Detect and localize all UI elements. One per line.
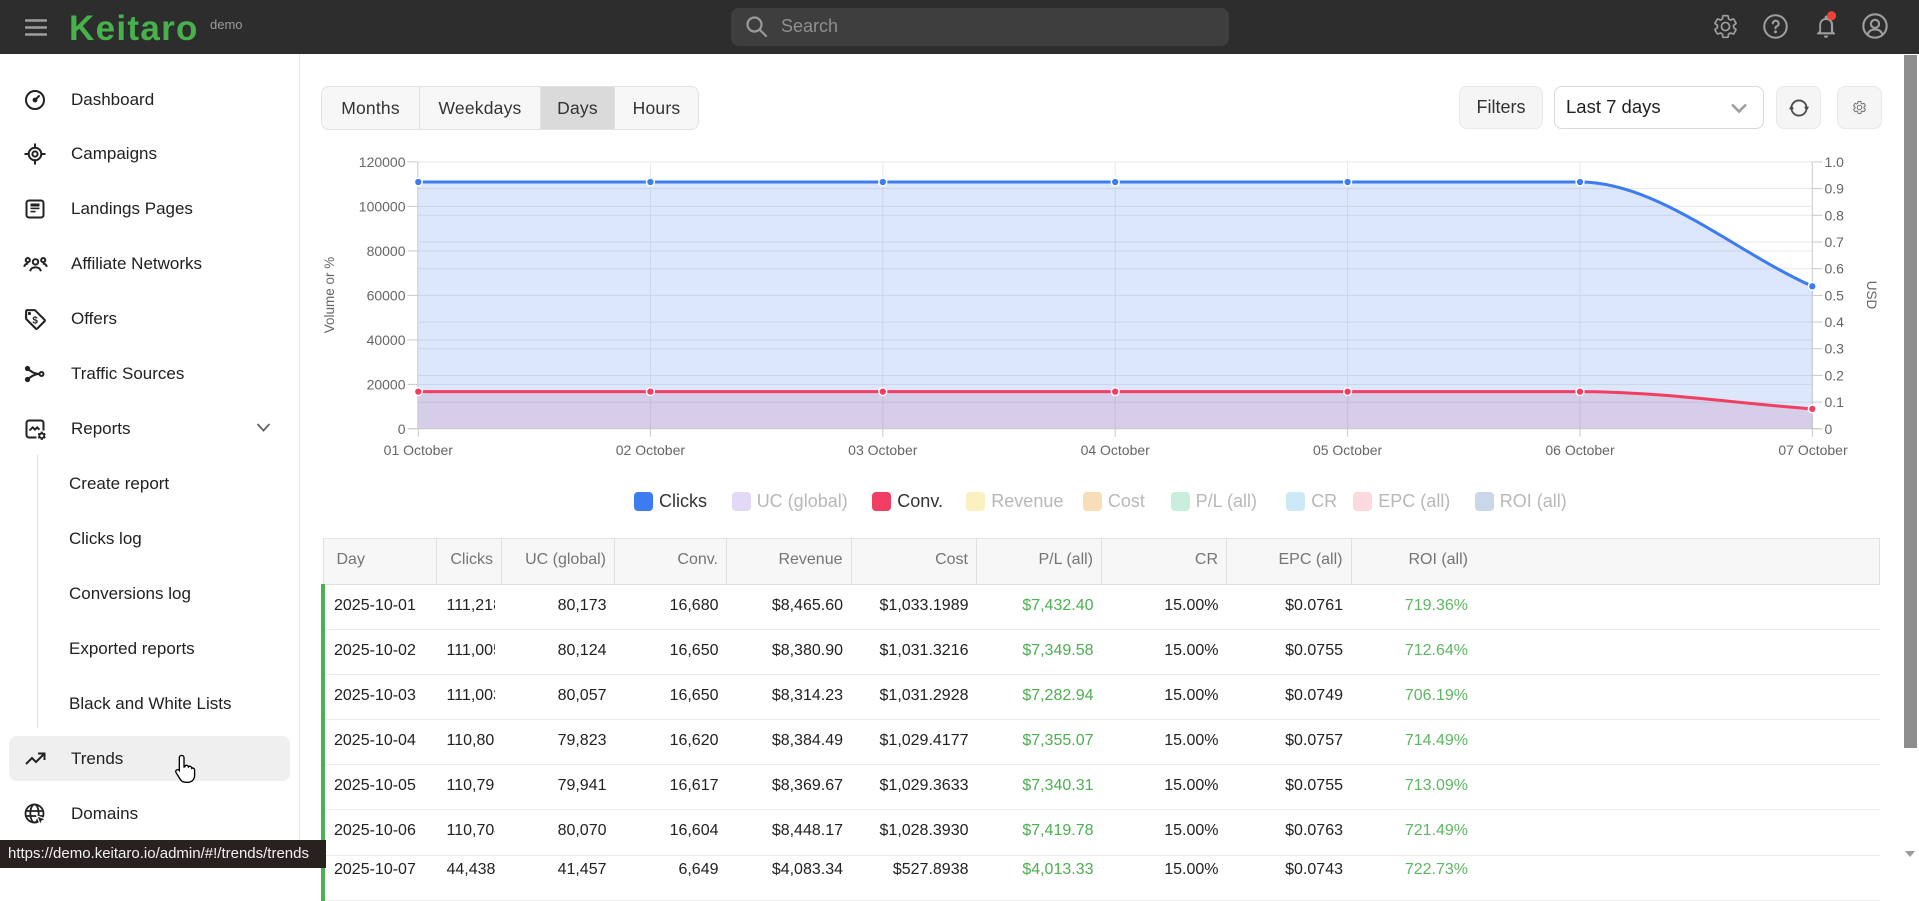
svg-text:07 October: 07 October: [1778, 442, 1848, 458]
svg-text:0.8: 0.8: [1825, 207, 1845, 223]
svg-text:120000: 120000: [359, 154, 406, 170]
svg-text:20000: 20000: [367, 376, 406, 392]
svg-text:100000: 100000: [359, 198, 406, 214]
svg-text:60000: 60000: [367, 287, 406, 303]
svg-text:0.5: 0.5: [1825, 287, 1845, 303]
svg-text:03 October: 03 October: [848, 442, 918, 458]
svg-text:01 October: 01 October: [384, 442, 454, 458]
svg-text:0: 0: [398, 421, 406, 437]
svg-text:$: $: [32, 315, 38, 326]
svg-text:06 October: 06 October: [1545, 442, 1615, 458]
svg-text:Volume or %: Volume or %: [322, 257, 337, 334]
svg-text:0.1: 0.1: [1825, 394, 1845, 410]
svg-text:USD: USD: [1864, 281, 1879, 310]
svg-text:02 October: 02 October: [616, 442, 686, 458]
svg-text:0.2: 0.2: [1825, 367, 1845, 383]
svg-text:40000: 40000: [367, 332, 406, 348]
svg-text:0: 0: [1825, 421, 1833, 437]
svg-text:0.3: 0.3: [1825, 341, 1845, 357]
svg-text:1.0: 1.0: [1825, 154, 1845, 170]
svg-text:0.6: 0.6: [1825, 261, 1845, 277]
svg-text:04 October: 04 October: [1081, 442, 1151, 458]
svg-text:0.9: 0.9: [1825, 181, 1845, 197]
svg-text:05 October: 05 October: [1313, 442, 1383, 458]
svg-text:0.7: 0.7: [1825, 234, 1845, 250]
svg-text:80000: 80000: [367, 243, 406, 259]
svg-text:0.4: 0.4: [1825, 314, 1845, 330]
